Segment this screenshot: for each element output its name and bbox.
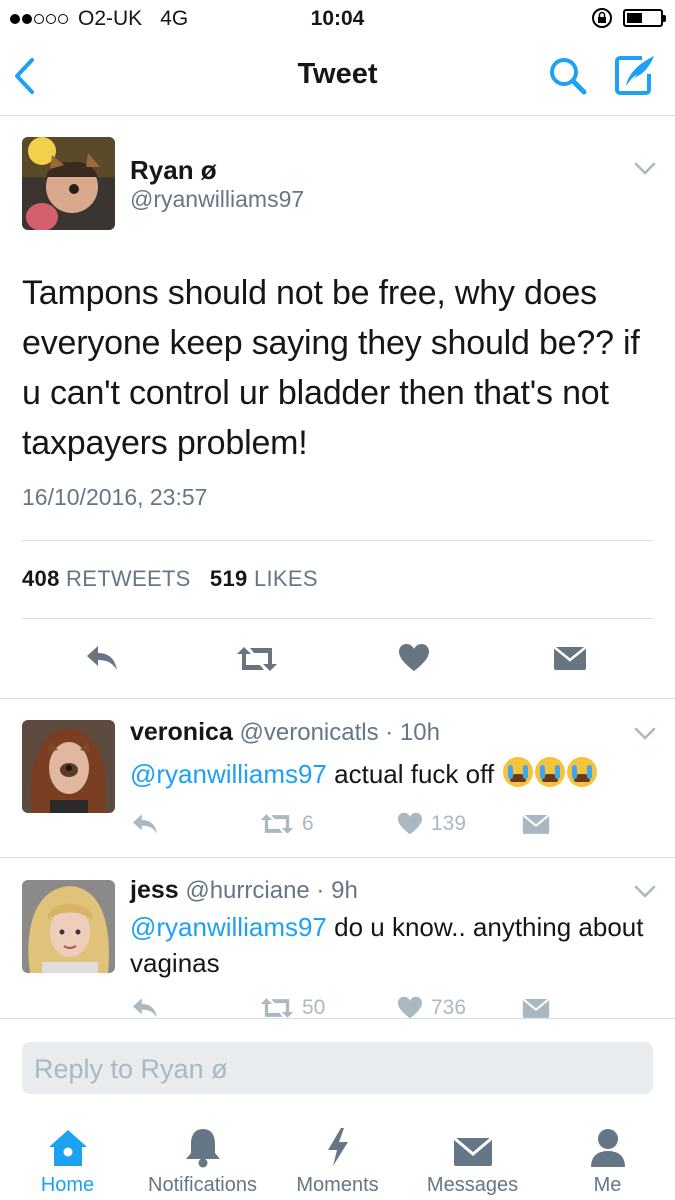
retweet-icon[interactable] [260, 812, 294, 836]
direct-message-icon[interactable] [553, 644, 587, 672]
reply-avatar[interactable] [22, 880, 115, 973]
reply-author-name[interactable]: jess [130, 876, 179, 904]
reply-like-count: 139 [431, 812, 467, 835]
reply-options-chevron-icon[interactable] [634, 727, 656, 741]
divider [0, 857, 675, 858]
like-count[interactable]: 519 [210, 566, 248, 591]
author-avatar[interactable] [22, 137, 115, 230]
retweet-count[interactable]: 408 [22, 566, 60, 591]
retweet-icon[interactable] [260, 996, 294, 1020]
reply-header: jess @hurrciane · 9h [130, 876, 358, 905]
retweet-icon[interactable] [236, 645, 278, 673]
tweet-options-chevron-icon[interactable] [634, 162, 656, 176]
compose-tweet-icon[interactable] [612, 52, 658, 98]
reply-mention-link[interactable]: @ryanwilliams97 [130, 912, 327, 942]
reply-action-message[interactable] [522, 812, 550, 836]
battery-icon [623, 9, 666, 27]
tab-home[interactable]: Home [0, 1126, 135, 1197]
direct-message-icon[interactable] [522, 996, 550, 1020]
reply-author-handle[interactable]: @hurrciane [185, 877, 309, 904]
reply-author-name[interactable]: veronica [130, 718, 233, 746]
reply-text: @ryanwilliams97 actual fuck off [130, 756, 650, 792]
search-icon[interactable] [548, 56, 588, 96]
clock: 10:04 [310, 7, 365, 30]
reply-action-message[interactable] [522, 996, 550, 1020]
crying-face-emoji [503, 757, 534, 787]
reply-icon[interactable] [130, 996, 160, 1020]
separator-dot: · [309, 877, 332, 904]
tab-me[interactable]: Me [540, 1126, 675, 1197]
tab-messages-label: Messages [426, 1174, 519, 1196]
reply-retweet-count: 6 [302, 812, 314, 835]
tab-moments-label: Moments [296, 1174, 379, 1196]
reply-age: 9h [331, 877, 358, 904]
person-icon [590, 1129, 625, 1167]
like-label[interactable]: LIKES [254, 566, 318, 591]
reply-body: actual fuck off [334, 759, 495, 789]
divider [22, 618, 653, 619]
reply-icon[interactable] [130, 812, 160, 836]
tab-me-label: Me [593, 1174, 622, 1196]
reply-age: 10h [399, 719, 440, 746]
lightning-icon [327, 1128, 348, 1166]
reply-text: @ryanwilliams97 do u know.. anything abo… [130, 909, 650, 981]
envelope-icon [452, 1136, 493, 1166]
nav-bar: Tweet [0, 38, 675, 116]
tweet-text: Tampons should not be free, why does eve… [22, 274, 640, 462]
like-heart-icon[interactable] [397, 996, 423, 1020]
reply-action-like[interactable]: 139 [397, 812, 466, 836]
tab-messages[interactable]: Messages [405, 1126, 540, 1197]
reply-action-reply[interactable] [130, 996, 160, 1020]
tweet-stats: 408 RETWEETS 519 LIKES [22, 566, 318, 592]
tab-notifications-label: Notifications [148, 1174, 257, 1196]
reply-input[interactable]: Reply to Ryan ø [22, 1042, 653, 1094]
crying-face-emoji [567, 757, 598, 787]
reply-icon[interactable] [84, 643, 120, 673]
divider [22, 540, 653, 541]
rotation-lock-icon [592, 8, 612, 28]
separator-dot: · [378, 719, 400, 746]
reply-action-retweet[interactable]: 6 [260, 812, 314, 836]
like-heart-icon[interactable] [398, 643, 430, 673]
tab-bar: Home Notifications Moments Messages Me [0, 1112, 675, 1200]
tab-moments[interactable]: Moments [270, 1126, 405, 1197]
direct-message-icon[interactable] [522, 812, 550, 836]
reply-header: veronica @veronicatls · 10h [130, 718, 440, 747]
reply-options-chevron-icon[interactable] [634, 885, 656, 899]
tweet-timestamp: 16/10/2016, 23:57 [22, 484, 208, 510]
reply-retweet-count: 50 [302, 996, 326, 1019]
crying-face-emoji [535, 757, 566, 787]
retweet-label[interactable]: RETWEETS [66, 566, 191, 591]
home-icon [48, 1130, 87, 1166]
reply-action-reply[interactable] [130, 812, 160, 836]
divider [0, 698, 675, 699]
reply-like-count: 736 [431, 996, 467, 1019]
reply-mention-link[interactable]: @ryanwilliams97 [130, 759, 327, 789]
status-bar: O2-UK 4G 10:04 [0, 0, 675, 38]
reply-avatar[interactable] [22, 720, 115, 813]
reply-action-like[interactable]: 736 [397, 996, 466, 1020]
reply-action-retweet[interactable]: 50 [260, 996, 325, 1020]
author-handle[interactable]: @ryanwilliams97 [130, 186, 304, 213]
reply-author-handle[interactable]: @veronicatls [240, 719, 379, 746]
tab-notifications[interactable]: Notifications [135, 1126, 270, 1197]
like-heart-icon[interactable] [397, 812, 423, 836]
tab-home-label: Home [40, 1174, 95, 1196]
author-name[interactable]: Ryan ø [130, 155, 217, 186]
status-right [591, 7, 666, 29]
bell-icon [185, 1129, 220, 1168]
